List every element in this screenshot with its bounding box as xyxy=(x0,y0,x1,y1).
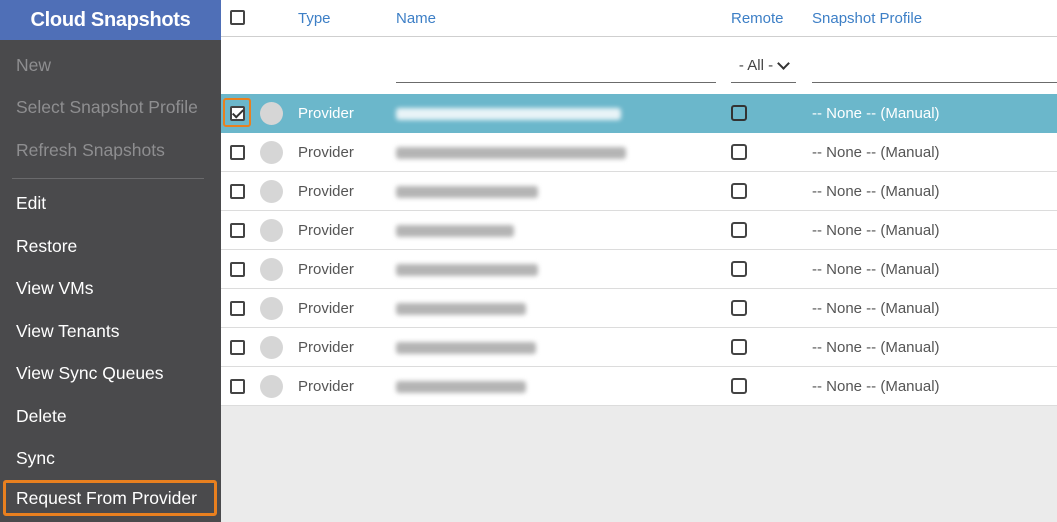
redacted-name xyxy=(396,146,626,159)
menu-item-restore[interactable]: Restore xyxy=(0,228,221,264)
type-cell: Provider xyxy=(298,183,354,200)
menu-item-sync[interactable]: Sync xyxy=(0,440,221,476)
table-row[interactable]: Provider -- None -- (Manual) xyxy=(221,289,1057,328)
sidebar: Cloud Snapshots New Select Snapshot Prof… xyxy=(0,0,221,522)
menu-item-new: New xyxy=(16,54,52,75)
menu-item-edit[interactable]: Edit xyxy=(0,185,221,221)
redacted-name xyxy=(396,107,621,120)
type-cell: Provider xyxy=(298,300,354,317)
column-header-type[interactable]: Type xyxy=(298,0,331,37)
name-cell xyxy=(396,367,526,406)
profile-cell: -- None -- (Manual) xyxy=(812,339,940,356)
remote-checkbox[interactable] xyxy=(731,300,747,316)
type-cell: Provider xyxy=(298,378,354,395)
status-icon xyxy=(260,336,283,359)
name-cell xyxy=(396,94,621,133)
row-checkbox[interactable] xyxy=(230,301,245,316)
row-checkbox[interactable] xyxy=(230,262,245,277)
status-icon xyxy=(260,375,283,398)
name-filter-input[interactable] xyxy=(396,82,716,83)
remote-checkbox[interactable] xyxy=(731,105,747,121)
menu-item-view-vms[interactable]: View VMs xyxy=(0,270,221,306)
profile-filter-input[interactable] xyxy=(812,82,1057,83)
redacted-name xyxy=(396,185,538,198)
type-cell: Provider xyxy=(298,105,354,122)
menu-item-delete[interactable]: Delete xyxy=(0,398,221,434)
profile-cell: -- None -- (Manual) xyxy=(812,183,940,200)
column-header-name[interactable]: Name xyxy=(396,0,436,37)
name-cell xyxy=(396,211,514,250)
row-checkbox[interactable] xyxy=(230,106,245,121)
menu-item-request-from-provider[interactable]: Request From Provider xyxy=(3,480,217,516)
menu-item-view-sync-queues[interactable]: View Sync Queues xyxy=(0,355,221,391)
type-cell: Provider xyxy=(298,222,354,239)
type-cell: Provider xyxy=(298,339,354,356)
row-checkbox[interactable] xyxy=(230,340,245,355)
remote-checkbox[interactable] xyxy=(731,144,747,160)
status-icon xyxy=(260,297,283,320)
remote-filter-value: - All - xyxy=(738,57,774,74)
select-all-checkbox[interactable] xyxy=(230,10,245,25)
redacted-name xyxy=(396,302,526,315)
remote-filter-select[interactable]: - All - xyxy=(731,49,796,83)
profile-cell: -- None -- (Manual) xyxy=(812,300,940,317)
profile-cell: -- None -- (Manual) xyxy=(812,378,940,395)
table-row[interactable]: Provider -- None -- (Manual) xyxy=(221,328,1057,367)
redacted-name xyxy=(396,263,538,276)
table-row[interactable]: Provider -- None -- (Manual) xyxy=(221,211,1057,250)
redacted-name xyxy=(396,380,526,393)
name-cell xyxy=(396,133,626,172)
main-content: Type Name Remote Snapshot Profile - All … xyxy=(221,0,1057,522)
name-cell xyxy=(396,172,538,211)
menu-item-select-snapshot-profile: Select Snapshot Profile xyxy=(16,96,198,117)
profile-cell: -- None -- (Manual) xyxy=(812,261,940,278)
remote-checkbox[interactable] xyxy=(731,339,747,355)
menu-item-view-tenants[interactable]: View Tenants xyxy=(0,313,221,349)
profile-cell: -- None -- (Manual) xyxy=(812,105,940,122)
row-checkbox[interactable] xyxy=(230,184,245,199)
name-cell xyxy=(396,289,526,328)
column-header-snapshot-profile[interactable]: Snapshot Profile xyxy=(812,0,922,37)
table-header: Type Name Remote Snapshot Profile xyxy=(221,0,1057,37)
row-checkbox[interactable] xyxy=(230,379,245,394)
column-header-remote[interactable]: Remote xyxy=(731,0,784,37)
type-cell: Provider xyxy=(298,261,354,278)
name-cell xyxy=(396,250,538,289)
type-cell: Provider xyxy=(298,144,354,161)
redacted-name xyxy=(396,341,536,354)
filter-row: - All - xyxy=(221,37,1057,94)
redacted-name xyxy=(396,224,514,237)
snapshots-table: Type Name Remote Snapshot Profile - All … xyxy=(221,0,1057,406)
table-row[interactable]: Provider -- None -- (Manual) xyxy=(221,133,1057,172)
remote-checkbox[interactable] xyxy=(731,183,747,199)
remote-checkbox[interactable] xyxy=(731,261,747,277)
table-row[interactable]: Provider -- None -- (Manual) xyxy=(221,250,1057,289)
remote-checkbox[interactable] xyxy=(731,378,747,394)
profile-cell: -- None -- (Manual) xyxy=(812,222,940,239)
table-row[interactable]: Provider -- None -- (Manual) xyxy=(221,172,1057,211)
name-cell xyxy=(396,328,536,367)
chevron-down-icon xyxy=(777,56,790,70)
status-icon xyxy=(260,141,283,164)
table-row[interactable]: Provider -- None -- (Manual) xyxy=(221,367,1057,406)
status-icon xyxy=(260,180,283,203)
profile-cell: -- None -- (Manual) xyxy=(812,144,940,161)
table-row[interactable]: Provider -- None -- (Manual) xyxy=(221,94,1057,133)
remote-checkbox[interactable] xyxy=(731,222,747,238)
status-icon xyxy=(260,102,283,125)
status-icon xyxy=(260,258,283,281)
menu-divider xyxy=(12,178,204,179)
sidebar-title: Cloud Snapshots xyxy=(0,0,221,40)
row-checkbox[interactable] xyxy=(230,145,245,160)
row-checkbox[interactable] xyxy=(230,223,245,238)
status-icon xyxy=(260,219,283,242)
menu-item-refresh-snapshots: Refresh Snapshots xyxy=(16,139,165,160)
